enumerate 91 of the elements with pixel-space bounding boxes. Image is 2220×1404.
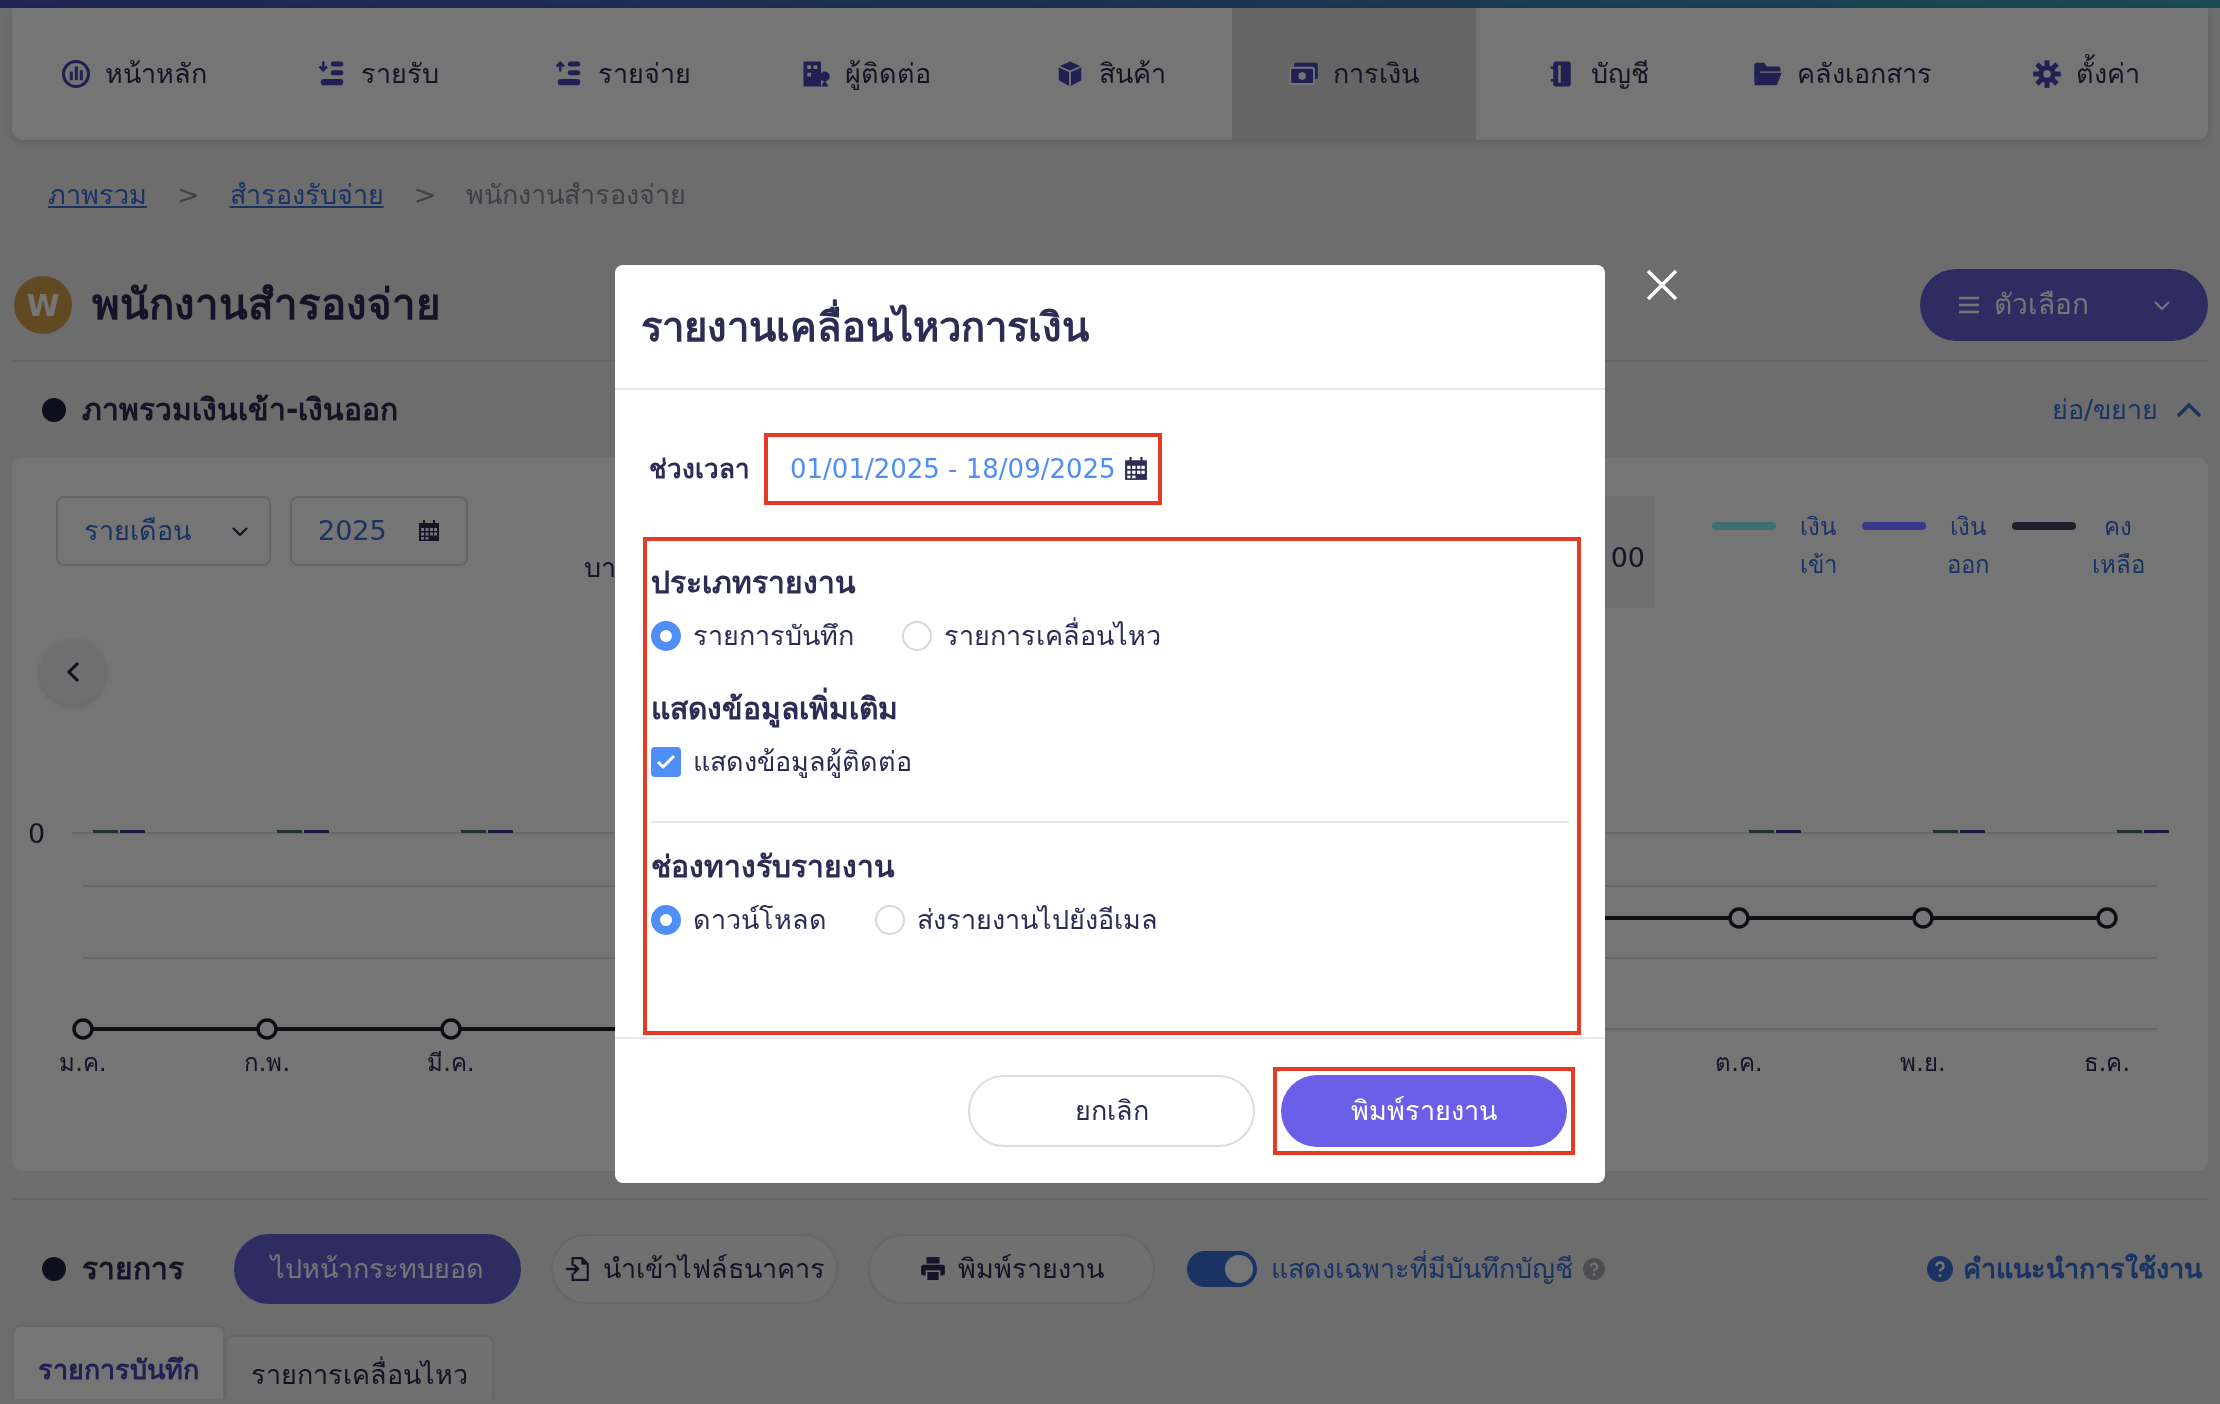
import-button[interactable]: นำเข้าไฟล์ธนาคาร bbox=[551, 1234, 838, 1304]
menu-icon bbox=[1957, 295, 1980, 315]
section-heading: ภาพรวมเงินเข้า-เงินออก bbox=[82, 392, 399, 428]
bullet-dot bbox=[42, 1257, 66, 1281]
nav-tab[interactable]: การเงิน bbox=[1232, 8, 1476, 140]
close-button[interactable] bbox=[1644, 267, 1680, 303]
gauge-icon bbox=[61, 59, 91, 89]
chart-bar bbox=[461, 830, 486, 833]
chart-bar bbox=[2144, 830, 2169, 833]
radio-option[interactable]: รายการบันทึก bbox=[651, 615, 854, 657]
chart-bar bbox=[488, 830, 513, 833]
data-point bbox=[72, 1018, 94, 1040]
check-icon bbox=[656, 754, 676, 770]
toggle-label: แสดงเฉพาะที่มีบันทึกบัญชี bbox=[1271, 1249, 1573, 1286]
legend-label: เงิน ออก bbox=[1945, 512, 1991, 581]
month-label: ม.ค. bbox=[59, 1049, 107, 1077]
chart-bar bbox=[93, 830, 118, 833]
chart-bar bbox=[2117, 830, 2142, 833]
reconcile-button[interactable]: ไปหน้ากระทบยอด bbox=[234, 1234, 521, 1304]
page-title: พนักงานสำรองจ่าย bbox=[92, 279, 441, 331]
data-point bbox=[1728, 907, 1750, 929]
period-select[interactable]: รายเดือน bbox=[56, 496, 271, 566]
options-button[interactable]: ตัวเลือก bbox=[1920, 269, 2208, 341]
print-report-button[interactable]: พิมพ์รายงาน bbox=[1281, 1075, 1567, 1147]
nav-tab[interactable]: รายจ่าย bbox=[500, 8, 744, 140]
breadcrumb-separator: > bbox=[177, 177, 200, 212]
nav-tab[interactable]: คลังเอกสาร bbox=[1720, 8, 1964, 140]
nav-tab[interactable]: ผู้ติดต่อ bbox=[744, 8, 988, 140]
data-point bbox=[2096, 907, 2118, 929]
list-tab[interactable]: รายการบันทึก bbox=[12, 1325, 225, 1399]
legend-label: เงิน เข้า bbox=[1798, 512, 1838, 581]
radio-option[interactable]: ดาวน์โหลด bbox=[651, 899, 827, 941]
help-icon bbox=[1583, 1258, 1605, 1280]
month-label: ก.พ. bbox=[243, 1049, 291, 1077]
chart-bar bbox=[120, 830, 145, 833]
radio-option[interactable]: ส่งรายงานไปยังอีเมล bbox=[875, 899, 1158, 941]
help-icon bbox=[1927, 1256, 1953, 1282]
avatar-circle: W bbox=[14, 276, 72, 334]
chart-bar bbox=[1933, 830, 1958, 833]
nav-tab[interactable]: สินค้า bbox=[988, 8, 1232, 140]
print-button[interactable]: พิมพ์รายงาน bbox=[868, 1234, 1155, 1304]
file-import-icon bbox=[564, 1256, 591, 1282]
bullet-dot bbox=[42, 398, 66, 422]
caret-icon bbox=[2152, 299, 2171, 311]
chart-bar bbox=[1749, 830, 1774, 833]
list-tab[interactable]: รายการเคลื่อนไหว bbox=[225, 1335, 494, 1399]
chevron-left-icon bbox=[65, 661, 81, 683]
summary-label: บา bbox=[584, 551, 616, 585]
checkbox[interactable] bbox=[651, 747, 681, 777]
checkbox-option[interactable]: แสดงข้อมูลผู้ติดต่อ bbox=[651, 741, 912, 783]
radio-option[interactable]: รายการเคลื่อนไหว bbox=[902, 615, 1161, 657]
toggle-switch[interactable] bbox=[1187, 1251, 1257, 1287]
field-label: ช่วงเวลา bbox=[649, 452, 750, 486]
year-field[interactable]: 2025 bbox=[290, 496, 468, 566]
summary-value: 00 bbox=[1610, 540, 1645, 575]
building-icon bbox=[801, 59, 831, 89]
collapse-toggle[interactable]: ย่อ/ขยาย bbox=[2045, 388, 2208, 432]
breadcrumb-link[interactable]: ภาพรวม bbox=[48, 174, 147, 216]
caret-icon bbox=[231, 525, 249, 537]
month-label: ต.ค. bbox=[1715, 1049, 1763, 1077]
data-point bbox=[440, 1018, 462, 1040]
section-heading: รายการ bbox=[82, 1251, 184, 1287]
help-link[interactable]: คำแนะนำการใช้งาน bbox=[1921, 1247, 2208, 1291]
breadcrumb-separator: > bbox=[413, 177, 437, 212]
calendar-icon bbox=[1123, 457, 1148, 481]
calendar-icon bbox=[418, 520, 440, 542]
nav-tab[interactable]: รายรับ bbox=[256, 8, 500, 140]
group-heading: แสดงข้อมูลเพิ่มเติม bbox=[651, 685, 1573, 733]
cancel-button[interactable]: ยกเลิก bbox=[968, 1075, 1255, 1147]
group-heading: ช่องทางรับรายงาน bbox=[651, 848, 896, 886]
printer-icon bbox=[919, 1256, 946, 1282]
chart-bar bbox=[1776, 830, 1801, 833]
radio-button[interactable] bbox=[651, 905, 681, 935]
chart-bar bbox=[304, 830, 329, 833]
chevron-up-icon bbox=[2176, 401, 2202, 419]
legend-label: คง เหลือ bbox=[2090, 512, 2146, 581]
axis-label: 0 bbox=[28, 818, 46, 849]
radio-button[interactable] bbox=[651, 621, 681, 651]
group-heading: ประเภทรายงาน bbox=[651, 564, 857, 602]
chart-bar bbox=[277, 830, 302, 833]
nav-tab[interactable]: บัญชี bbox=[1476, 8, 1720, 140]
chart-bar bbox=[1960, 830, 1985, 833]
nav-tab[interactable]: หน้าหลัก bbox=[12, 8, 256, 140]
month-label: พ.ย. bbox=[1900, 1049, 1946, 1077]
nav-tab[interactable]: ตั้งค่า bbox=[1964, 8, 2208, 140]
data-point bbox=[1912, 907, 1934, 929]
breadcrumb-link[interactable]: สำรองรับจ่าย bbox=[229, 174, 384, 216]
month-label: ธ.ค. bbox=[2083, 1049, 2131, 1077]
data-point bbox=[256, 1018, 278, 1040]
gear-icon bbox=[2032, 59, 2062, 89]
month-label: มี.ค. bbox=[427, 1049, 475, 1077]
